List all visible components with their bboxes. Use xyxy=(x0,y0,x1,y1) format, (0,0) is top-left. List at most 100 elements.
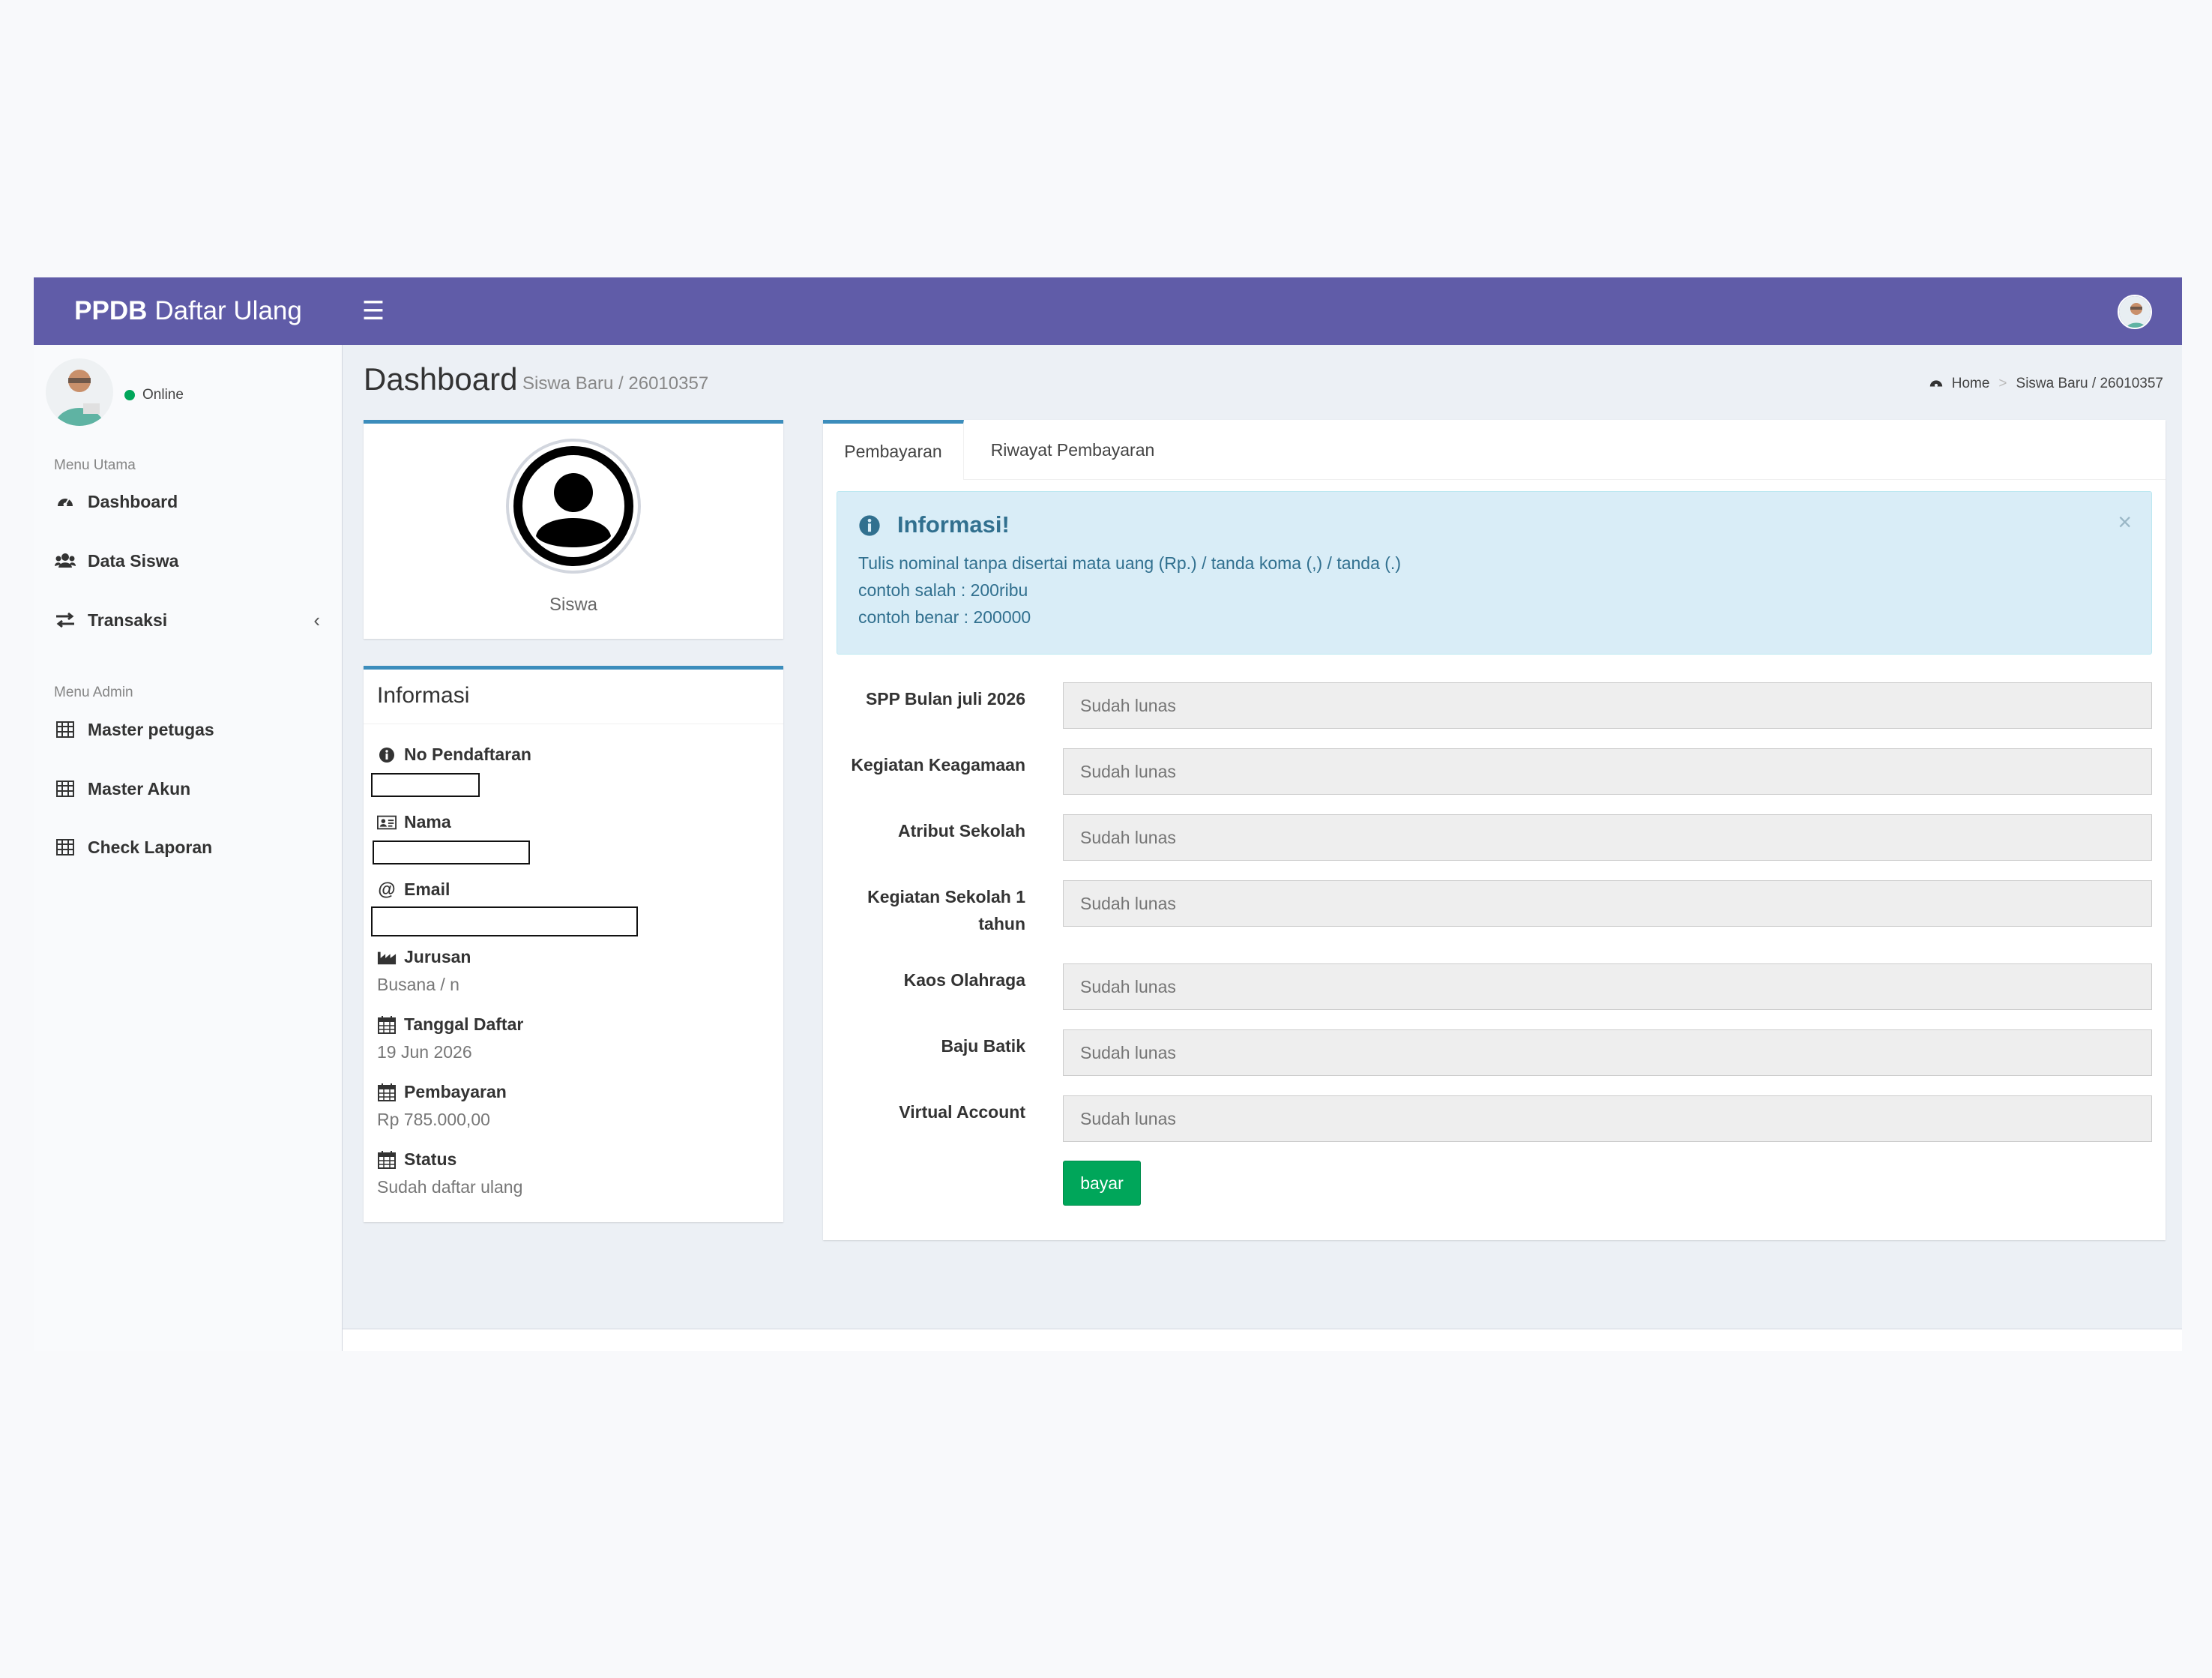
info-status: Status Sudah daftar ulang xyxy=(377,1149,522,1197)
info-label: Status xyxy=(404,1149,457,1169)
logo[interactable]: PPDB Daftar Ulang xyxy=(34,277,343,345)
alert-line: contoh salah : 200ribu xyxy=(858,580,1028,600)
logo-text: Daftar Ulang xyxy=(154,296,302,325)
sidebar-toggle-icon[interactable]: ☰ xyxy=(356,294,391,328)
header-user-avatar[interactable] xyxy=(2118,295,2152,329)
footer xyxy=(343,1329,2182,1351)
field-label: Baju Batik xyxy=(941,1036,1025,1056)
breadcrumb: Home > Siswa Baru / 26010357 xyxy=(1928,375,2163,393)
menu-header-admin: Menu Admin xyxy=(54,685,133,700)
dashboard-icon xyxy=(1928,375,1944,393)
info-label: Jurusan xyxy=(404,947,471,966)
breadcrumb-separator: > xyxy=(1998,376,2007,391)
profile-name: Siswa xyxy=(549,595,598,615)
industry-icon xyxy=(377,948,397,967)
app-window: PPDB Daftar Ulang ☰ Online Menu Utama Da… xyxy=(34,277,2182,1351)
field-label: Atribut Sekolah xyxy=(898,821,1025,840)
tab-pembayaran[interactable]: Pembayaran xyxy=(823,420,964,480)
info-label: Nama xyxy=(404,812,451,832)
sidebar-item-label: Data Siswa xyxy=(88,550,179,571)
dashboard-icon xyxy=(55,491,76,512)
virtual-account-input[interactable] xyxy=(1063,1095,2152,1142)
sidebar-item-label: Master petugas xyxy=(88,719,214,739)
users-icon xyxy=(55,550,76,571)
page-title: Dashboard xyxy=(364,361,518,397)
table-icon xyxy=(55,778,76,799)
sidebar-item-label: Check Laporan xyxy=(88,837,213,857)
info-alert: Informasi! × Tulis nominal tanpa diserta… xyxy=(837,491,2152,655)
alert-line: contoh benar : 200000 xyxy=(858,607,1031,627)
redacted-value xyxy=(371,773,480,797)
atribut-sekolah-input[interactable] xyxy=(1063,814,2152,861)
exchange-icon xyxy=(55,610,76,631)
sidebar-item-master-petugas[interactable]: Master petugas xyxy=(34,705,343,754)
info-nama: Nama xyxy=(377,812,451,832)
table-icon xyxy=(55,837,76,858)
sidebar-item-label: Master Akun xyxy=(88,778,191,799)
online-status: Online xyxy=(124,387,184,403)
sidebar-item-label: Transaksi xyxy=(88,610,168,630)
field-label: Kegiatan Keagamaan xyxy=(851,755,1025,775)
info-value: Sudah daftar ulang xyxy=(377,1177,523,1197)
redacted-value xyxy=(373,840,530,864)
online-label: Online xyxy=(142,387,184,403)
tab-riwayat-pembayaran[interactable]: Riwayat Pembayaran xyxy=(964,420,1181,480)
info-circle-icon xyxy=(377,745,397,765)
breadcrumb-home[interactable]: Home xyxy=(1952,376,1990,392)
logo-bold: PPDB xyxy=(74,296,148,325)
menu-header-utama: Menu Utama xyxy=(54,457,136,473)
user-panel: Online xyxy=(46,358,331,429)
bayar-button[interactable]: bayar xyxy=(1063,1161,1141,1206)
sidebar-item-check-laporan[interactable]: Check Laporan xyxy=(34,823,343,872)
spp-input[interactable] xyxy=(1063,682,2152,729)
info-value: 19 Jun 2026 xyxy=(377,1042,472,1062)
field-label: SPP Bulan juli 2026 xyxy=(865,689,1025,709)
sidebar-item-data-siswa[interactable]: Data Siswa xyxy=(34,536,343,586)
online-dot-icon xyxy=(124,390,135,400)
info-tanggal-daftar: Tanggal Daftar 19 Jun 2026 xyxy=(377,1014,523,1062)
sidebar-item-master-akun[interactable]: Master Akun xyxy=(34,764,343,814)
id-card-icon xyxy=(377,813,397,832)
info-jurusan: Jurusan Busana / n xyxy=(377,947,471,995)
sidebar-item-transaksi[interactable]: Transaksi ‹ xyxy=(34,595,343,645)
info-circle-icon xyxy=(858,514,881,537)
user-avatar-icon xyxy=(506,439,641,574)
info-box: Informasi No Pendaftaran Nama @ Email Ju… xyxy=(364,666,783,1222)
breadcrumb-current: Siswa Baru / 26010357 xyxy=(2016,376,2163,391)
chevron-left-icon[interactable]: ‹ xyxy=(313,609,320,632)
info-label: No Pendaftaran xyxy=(404,745,531,764)
redacted-value xyxy=(371,906,638,936)
table-icon xyxy=(55,719,76,740)
main-header: PPDB Daftar Ulang ☰ xyxy=(34,277,2182,345)
info-value: Rp 785.000,00 xyxy=(377,1110,490,1129)
info-label: Email xyxy=(404,879,450,899)
kegiatan-keagamaan-input[interactable] xyxy=(1063,748,2152,795)
kegiatan-sekolah-input[interactable] xyxy=(1063,880,2152,927)
field-label: Kaos Olahraga xyxy=(903,970,1025,990)
calendar-icon xyxy=(377,1150,397,1170)
info-value: Busana / n xyxy=(377,975,459,994)
info-label: Pembayaran xyxy=(404,1082,507,1101)
page-subtitle: Siswa Baru / 26010357 xyxy=(522,373,709,394)
sidebar-item-label: Dashboard xyxy=(88,491,178,511)
field-label: Kegiatan Sekolah 1 tahun xyxy=(867,887,1025,933)
at-sign-icon: @ xyxy=(378,879,396,900)
avatar xyxy=(46,358,113,426)
tabs-panel: Pembayaran Riwayat Pembayaran Informasi!… xyxy=(823,420,2166,1240)
kaos-olahraga-input[interactable] xyxy=(1063,963,2152,1010)
calendar-icon xyxy=(377,1015,397,1035)
info-pembayaran: Pembayaran Rp 785.000,00 xyxy=(377,1082,507,1130)
info-no-pendaftaran: No Pendaftaran xyxy=(377,745,531,765)
sidebar-item-dashboard[interactable]: Dashboard xyxy=(34,477,343,526)
tab-bar: Pembayaran Riwayat Pembayaran xyxy=(823,420,2166,480)
info-label: Tanggal Daftar xyxy=(404,1014,524,1034)
field-label: Virtual Account xyxy=(899,1102,1025,1122)
alert-title: Informasi! xyxy=(897,511,1010,538)
sidebar: Online Menu Utama Dashboard Data Siswa T… xyxy=(34,345,343,1351)
alert-line: Tulis nominal tanpa disertai mata uang (… xyxy=(858,553,1401,573)
baju-batik-input[interactable] xyxy=(1063,1029,2152,1076)
profile-box: Siswa xyxy=(364,420,783,639)
close-icon[interactable]: × xyxy=(2118,508,2132,536)
calendar-icon xyxy=(377,1083,397,1102)
info-title: Informasi xyxy=(377,683,470,708)
